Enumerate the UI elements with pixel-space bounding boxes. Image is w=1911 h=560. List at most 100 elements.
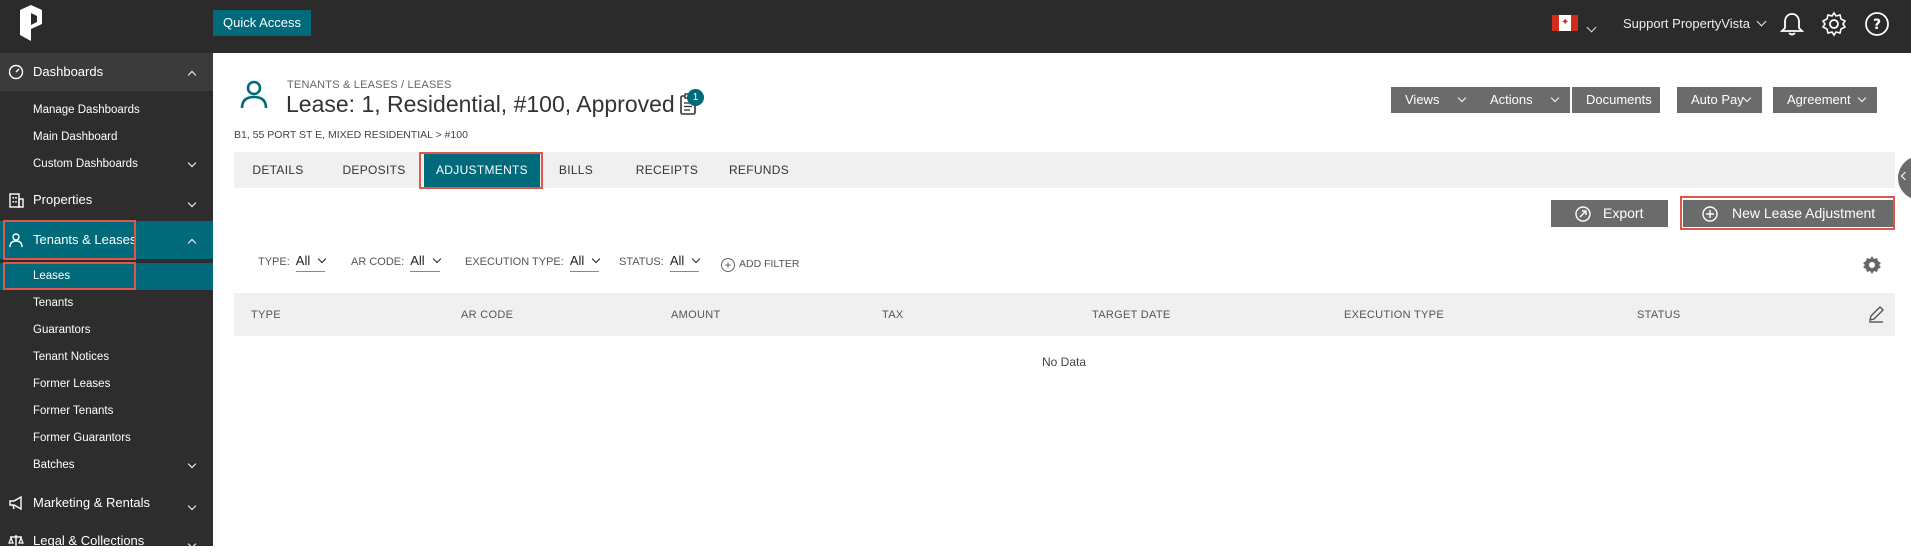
annotation-highlight — [1680, 196, 1895, 230]
scales-icon — [8, 535, 24, 547]
chevron-down-icon — [1857, 93, 1867, 103]
sidebar-group-properties[interactable]: Properties — [0, 181, 213, 219]
chevron-down-icon — [1756, 16, 1767, 27]
top-bar: Quick Access ✦ Support PropertyVista ? — [0, 0, 1911, 53]
annotation-highlight — [3, 220, 136, 260]
column-header-amount[interactable]: AMOUNT — [671, 309, 720, 321]
table-header: TYPE AR CODE AMOUNT TAX TARGET DATE EXEC… — [234, 293, 1895, 336]
documents-button[interactable]: Documents — [1572, 87, 1660, 113]
annotation-highlight — [3, 262, 136, 290]
panel-collapse-handle[interactable] — [1898, 156, 1911, 200]
propertyvista-logo[interactable] — [18, 4, 44, 42]
column-header-execution-type[interactable]: EXECUTION TYPE — [1344, 309, 1444, 321]
button-label: Documents — [1586, 92, 1652, 107]
views-button[interactable]: Views — [1391, 87, 1477, 113]
chevron-left-icon — [1900, 171, 1910, 181]
sidebar-item-former-guarantors[interactable]: Former Guarantors — [0, 425, 213, 452]
column-header-ar-code[interactable]: AR CODE — [461, 309, 513, 321]
button-label: Export — [1603, 205, 1644, 221]
sidebar-item-tenant-notices[interactable]: Tenant Notices — [0, 344, 213, 371]
tab-bills[interactable]: BILLS — [544, 152, 608, 188]
page-title: Lease: 1, Residential, #100, Approved — [286, 91, 675, 117]
canada-flag-icon[interactable]: ✦ — [1552, 15, 1578, 31]
sidebar-item-label: Manage Dashboards — [33, 104, 140, 116]
filter-select[interactable]: All — [569, 253, 601, 272]
sidebar-item-custom-dashboards[interactable]: Custom Dashboards — [0, 151, 213, 178]
chevron-down-icon — [592, 254, 601, 264]
sidebar-item-label: Batches — [33, 459, 75, 471]
filter-select[interactable]: All — [295, 253, 327, 272]
chevron-down-icon — [318, 254, 327, 264]
filter-value: All — [295, 253, 311, 268]
export-button[interactable]: Export — [1551, 200, 1668, 227]
chevron-up-icon — [187, 234, 197, 249]
tab-receipts[interactable]: RECEIPTS — [619, 152, 715, 188]
actions-button[interactable]: Actions — [1476, 87, 1570, 113]
sidebar-item-manage-dashboards[interactable]: Manage Dashboards — [0, 97, 213, 124]
button-label: Views — [1405, 92, 1440, 107]
column-header-target-date[interactable]: TARGET DATE — [1092, 309, 1170, 321]
filter-value: All — [569, 253, 585, 268]
filter-value: All — [410, 253, 425, 268]
sidebar-group-dashboards[interactable]: Dashboards — [0, 53, 213, 91]
user-menu[interactable]: Support PropertyVista — [1623, 16, 1767, 31]
chevron-down-icon — [187, 497, 197, 512]
help-icon[interactable]: ? — [1864, 11, 1890, 37]
sidebar-item-label: Main Dashboard — [33, 131, 118, 143]
chevron-down-icon — [432, 254, 441, 264]
user-name: Support PropertyVista — [1623, 16, 1750, 31]
sidebar-item-batches[interactable]: Batches — [0, 452, 213, 479]
gear-icon[interactable] — [1821, 11, 1847, 37]
agreement-button[interactable]: Agreement — [1773, 87, 1877, 113]
sidebar-group-label: Dashboards — [33, 64, 104, 79]
sidebar-group-label: Properties — [33, 192, 93, 207]
button-label: Agreement — [1787, 92, 1851, 107]
column-header-type[interactable]: TYPE — [251, 309, 281, 321]
breadcrumb[interactable]: TENANTS & LEASES / LEASES — [287, 79, 452, 91]
megaphone-icon — [9, 495, 22, 511]
plus-circle-icon: + — [721, 258, 735, 272]
sidebar-item-label: Former Guarantors — [33, 432, 131, 444]
tab-deposits[interactable]: DEPOSITS — [322, 152, 426, 188]
chevron-down-icon — [1550, 93, 1560, 103]
sidebar-item-label: Guarantors — [33, 324, 91, 336]
tab-refunds[interactable]: REFUNDS — [715, 152, 803, 188]
sidebar-item-label: Former Leases — [33, 378, 111, 390]
bell-icon[interactable] — [1779, 11, 1805, 37]
sidebar-item-former-leases[interactable]: Former Leases — [0, 371, 213, 398]
sidebar-item-former-tenants[interactable]: Former Tenants — [0, 398, 213, 425]
sidebar-group-marketing-rentals[interactable]: Marketing & Rentals — [0, 484, 213, 522]
sidebar-item-main-dashboard[interactable]: Main Dashboard — [0, 124, 213, 151]
filter-status[interactable]: STATUS: All — [619, 253, 701, 272]
chevron-down-icon — [187, 459, 197, 469]
person-icon — [240, 80, 268, 109]
filter-execution-type[interactable]: EXECUTION TYPE: All — [465, 253, 601, 272]
export-icon — [1575, 206, 1591, 222]
chevron-up-icon — [187, 66, 197, 81]
filter-value: All — [669, 253, 685, 268]
add-filter-button[interactable]: + ADD FILTER — [721, 256, 800, 272]
filter-ar-code[interactable]: AR CODE: All — [351, 253, 441, 272]
gauge-icon — [8, 64, 24, 80]
add-filter-label: ADD FILTER — [739, 258, 800, 270]
tab-details[interactable]: DETAILS — [234, 152, 322, 188]
chevron-down-icon[interactable] — [1586, 18, 1597, 36]
quick-access-button[interactable]: Quick Access — [213, 10, 311, 36]
filter-label: TYPE: — [258, 256, 290, 268]
filter-type[interactable]: TYPE: All — [258, 253, 327, 272]
chevron-down-icon — [1742, 93, 1752, 103]
filter-label: STATUS: — [619, 256, 664, 268]
pencil-icon[interactable] — [1867, 305, 1885, 323]
gear-icon[interactable] — [1862, 255, 1882, 275]
sidebar-item-guarantors[interactable]: Guarantors — [0, 317, 213, 344]
sidebar-item-label: Custom Dashboards — [33, 158, 138, 170]
filter-select[interactable]: All — [410, 253, 441, 272]
autopay-button[interactable]: Auto Pay — [1677, 87, 1762, 113]
filter-select[interactable]: All — [669, 253, 701, 272]
button-label: Auto Pay — [1691, 92, 1744, 107]
button-label: Actions — [1490, 92, 1533, 107]
sidebar-group-legal-collections[interactable]: Legal & Collections — [0, 522, 213, 560]
column-header-status[interactable]: STATUS — [1637, 309, 1681, 321]
sidebar-item-tenants[interactable]: Tenants — [0, 290, 213, 317]
column-header-tax[interactable]: TAX — [882, 309, 903, 321]
